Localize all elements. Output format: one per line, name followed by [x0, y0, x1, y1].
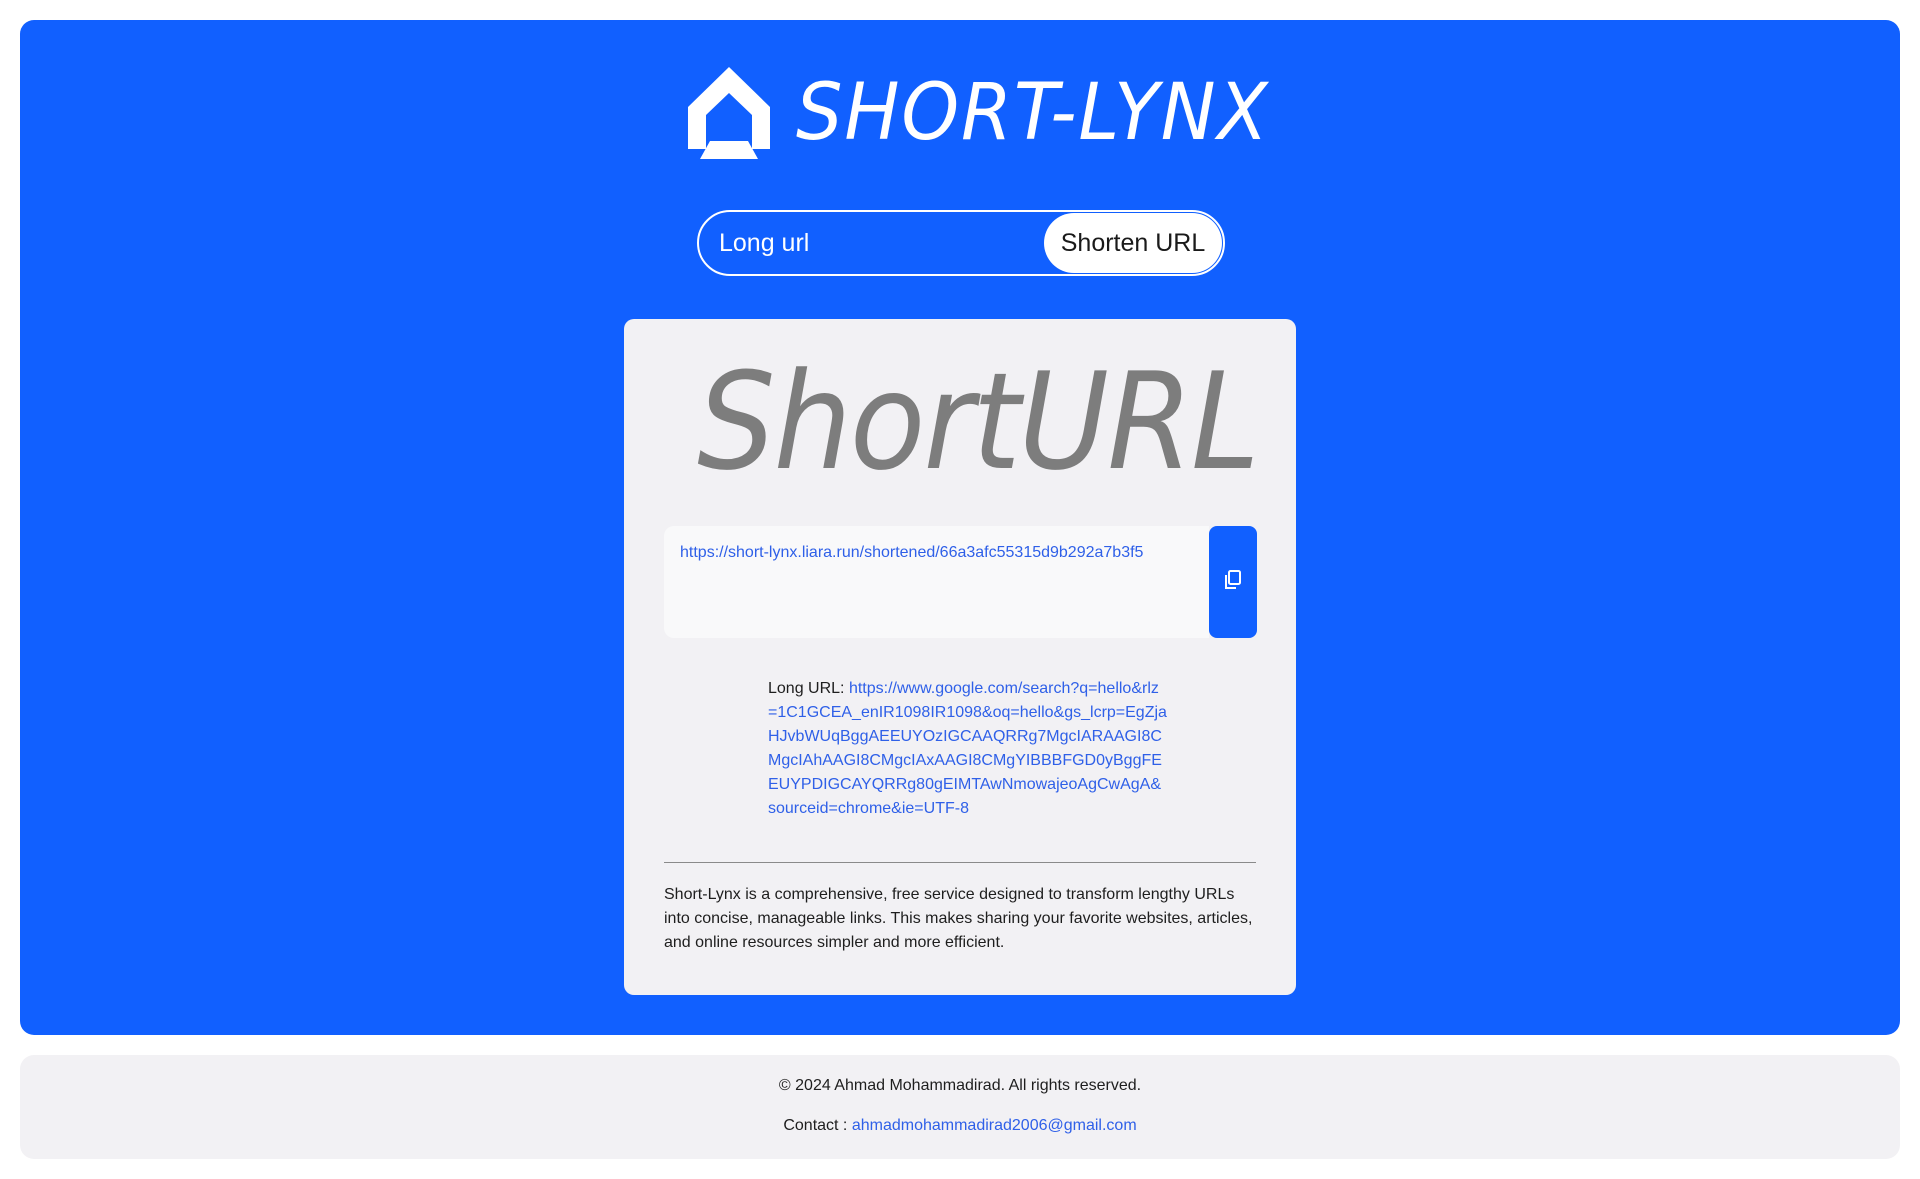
result-title: ShortURL	[697, 344, 1260, 500]
copyright-text: © 2024 Ahmad Mohammadirad. All rights re…	[778, 1077, 1142, 1094]
brand-name: SHORT-LYNX	[796, 68, 1270, 158]
result-card: ShortURL https://short-lynx.liara.run/sh…	[624, 319, 1296, 995]
footer: © 2024 Ahmad Mohammadirad. All rights re…	[20, 1055, 1900, 1159]
shortlynx-logo-icon	[686, 65, 772, 161]
contact-line: Contact : ahmadmohammadirad2006@gmail.co…	[20, 1117, 1900, 1135]
long-url-link[interactable]: https://www.google.com/search?q=hello&rl…	[768, 680, 1167, 817]
copy-button[interactable]	[1209, 526, 1257, 638]
hero-section: SHORT-LYNX Shorten URL ShortURL https://…	[20, 20, 1900, 1035]
brand: SHORT-LYNX	[686, 58, 1300, 168]
shorten-form: Shorten URL	[697, 210, 1225, 276]
short-url-link[interactable]: https://short-lynx.liara.run/shortened/6…	[680, 544, 1143, 562]
contact-email-link[interactable]: ahmadmohammadirad2006@gmail.com	[852, 1117, 1137, 1134]
shorten-url-button[interactable]: Shorten URL	[1044, 213, 1222, 273]
long-url-input[interactable]	[699, 212, 1039, 274]
short-url-box: https://short-lynx.liara.run/shortened/6…	[664, 526, 1209, 638]
contact-label: Contact :	[783, 1117, 852, 1134]
divider	[664, 862, 1256, 863]
long-url-label: Long URL:	[768, 680, 849, 697]
long-url-info: Long URL: https://www.google.com/search?…	[768, 677, 1168, 821]
copy-icon	[1224, 569, 1242, 595]
service-description: Short-Lynx is a comprehensive, free serv…	[664, 886, 1253, 951]
